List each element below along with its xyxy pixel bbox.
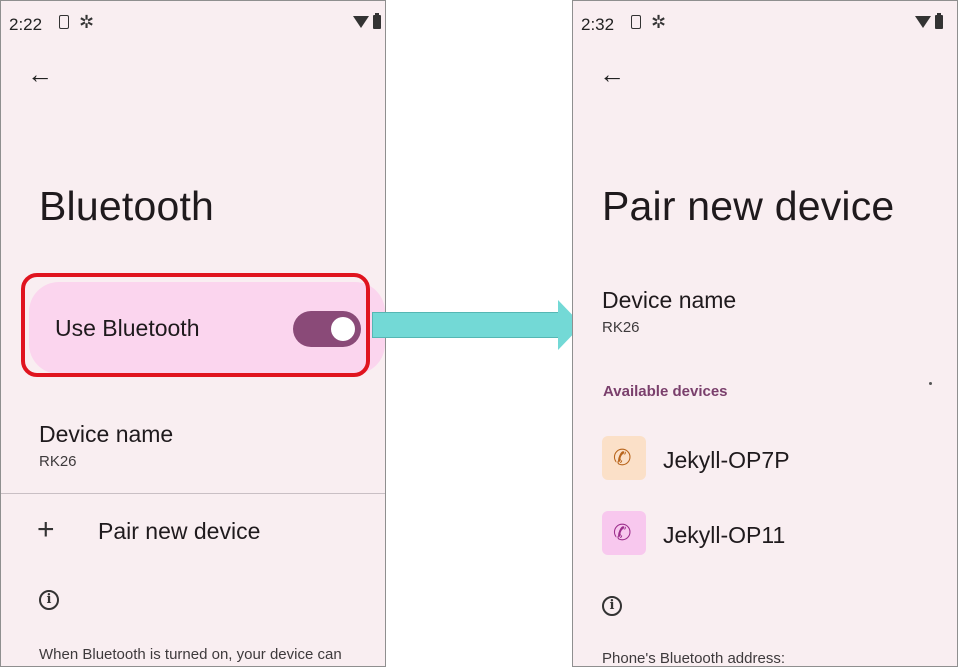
bluetooth-settings-screen: 2:22 ✲ ← Bluetooth Use Bluetooth Device …: [0, 0, 386, 667]
phone-icon: ✆: [613, 445, 632, 470]
device-icon-box: ✆: [602, 511, 646, 555]
device-name-label[interactable]: Device name: [602, 287, 736, 314]
back-arrow-icon[interactable]: ←: [27, 57, 61, 91]
info-icon: i: [39, 590, 59, 610]
sim-icon: [59, 15, 69, 29]
pair-new-device-item[interactable]: Pair new device: [98, 518, 260, 545]
info-icon: i: [602, 596, 622, 616]
device-name-value: RK26: [39, 453, 77, 470]
footer-text: When Bluetooth is turned on, your device…: [39, 646, 342, 663]
back-arrow-icon[interactable]: ←: [599, 57, 633, 91]
wifi-icon: [915, 16, 931, 28]
divider: [1, 493, 385, 494]
wifi-icon: [353, 16, 369, 28]
scan-dot: [929, 382, 932, 385]
status-time: 2:22: [9, 15, 43, 34]
phone-icon: ✆: [613, 520, 632, 545]
status-bar: 2:22 ✲: [1, 1, 385, 41]
status-time: 2:32: [581, 15, 615, 34]
device-name: Jekyll-OP11: [663, 522, 786, 548]
device-icon-box: ✆: [602, 436, 646, 480]
sim-icon: [631, 15, 641, 29]
gear-icon: ✲: [79, 12, 95, 32]
connector-arrow-body: [372, 312, 560, 338]
page-title: Bluetooth: [39, 183, 215, 229]
device-name: Jekyll-OP7P: [663, 447, 790, 473]
page-title: Pair new device: [602, 183, 895, 229]
device-name-label[interactable]: Device name: [39, 421, 173, 448]
battery-icon: [373, 13, 381, 29]
plus-icon: +: [37, 513, 55, 546]
highlight-box: [21, 273, 370, 377]
device-name-value: RK26: [602, 319, 640, 336]
pair-new-device-screen: 2:32 ✲ ← Pair new device Device name RK2…: [572, 0, 958, 667]
gear-icon: ✲: [651, 12, 667, 32]
status-bar: 2:32 ✲: [573, 1, 957, 41]
battery-icon: [935, 13, 943, 29]
footer-text: Phone's Bluetooth address:: [602, 650, 785, 667]
available-devices-header: Available devices: [603, 383, 728, 400]
